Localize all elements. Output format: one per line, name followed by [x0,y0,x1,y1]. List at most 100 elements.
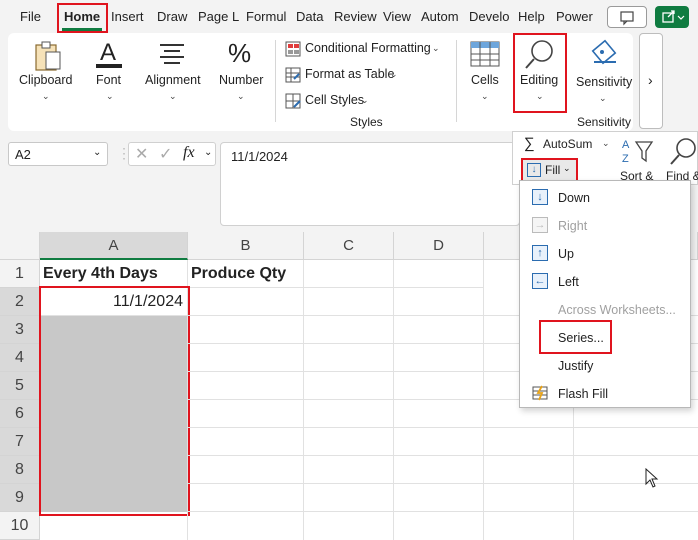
tab-insert[interactable]: Insert [111,9,144,24]
column-header-d[interactable]: D [394,232,484,260]
number-button[interactable]: Number [219,73,263,87]
clipboard-button[interactable]: Clipboard [19,73,73,87]
arrow-left-icon: ← [532,273,548,289]
column-header-a[interactable]: A [40,232,188,260]
styles-group-label: Styles [350,115,383,129]
arrow-up-icon: ↑ [532,245,548,261]
cell-c1[interactable] [304,260,394,288]
conditional-formatting-button[interactable]: Conditional Formatting [305,41,431,55]
autosum-button[interactable]: AutoSum [543,137,592,151]
column-header-b[interactable]: B [188,232,304,260]
chevron-down-icon: ⌄ [204,147,213,158]
svg-text:A: A [100,39,116,66]
chevron-down-icon: ⌄ [169,91,177,101]
menu-item-across-worksheets[interactable]: Across Worksheets... [558,303,676,317]
svg-text:Z: Z [622,153,629,165]
row-header-6[interactable]: 6 [0,400,40,428]
formula-input[interactable]: 11/1/2024 [220,142,520,226]
tab-power[interactable]: Power [556,9,593,24]
cells-button[interactable]: Cells [471,73,499,87]
arrow-right-icon: → [532,217,548,233]
name-box[interactable]: A2 ⌄ [8,142,108,166]
percent-icon: % [228,38,251,68]
menu-item-up[interactable]: Up [558,247,574,261]
row-header-3[interactable]: 3 [0,316,40,344]
chevron-down-icon: ⌄ [42,91,50,101]
clipboard-icon [35,41,61,71]
row-header-8[interactable]: 8 [0,456,40,484]
share-button[interactable] [655,6,689,28]
gridline [188,455,698,456]
ribbon-tab-bar: File Home Insert Draw Page L Formul Data… [0,0,698,34]
row-header-4[interactable]: 4 [0,344,40,372]
check-icon[interactable]: ✓ [159,144,172,164]
find-select-icon [670,138,696,165]
chevron-down-icon: ⌄ [602,138,610,148]
row-header-7[interactable]: 7 [0,428,40,456]
tab-file[interactable]: File [20,9,41,24]
gridline [187,288,188,540]
chevron-down-icon: ⌄ [106,91,114,101]
tab-view[interactable]: View [383,9,411,24]
tab-help[interactable]: Help [518,9,545,24]
menu-item-flash-fill[interactable]: Flash Fill [558,387,608,401]
cell-styles-icon [285,93,301,109]
tab-formulas[interactable]: Formul [246,9,286,24]
row-header-2[interactable]: 2 [0,288,40,316]
row-header-5[interactable]: 5 [0,372,40,400]
format-as-table-icon [285,67,301,83]
cells-icon [470,41,500,67]
ribbon-expand-button[interactable]: › [639,33,663,129]
cell-b1[interactable]: Produce Qty [188,260,304,288]
menu-item-justify[interactable]: Justify [558,359,593,373]
chevron-down-icon: ⌄ [390,69,398,79]
menu-item-down[interactable]: Down [558,191,590,205]
tab-developer[interactable]: Develo [469,9,509,24]
arrow-down-icon: ↓ [532,189,548,205]
fill-button[interactable]: ↓ Fill ⌄ [521,158,578,182]
chevron-down-icon: ⌄ [361,95,369,105]
alignment-button[interactable]: Alignment [145,73,201,87]
series-highlight [539,320,612,354]
row-header-9[interactable]: 9 [0,484,40,512]
tab-page-layout[interactable]: Page L [198,9,239,24]
chevron-down-icon: ⌄ [93,147,102,158]
gridline [188,483,698,484]
sensitivity-button[interactable]: Sensitivity [576,75,632,89]
cell-styles-button[interactable]: Cell Styles [305,93,364,107]
tab-data[interactable]: Data [296,9,323,24]
row-header-1[interactable]: 1 [0,260,40,288]
font-button[interactable]: Font [96,73,121,87]
cell-d1[interactable] [394,260,484,288]
column-header-c[interactable]: C [304,232,394,260]
cancel-icon[interactable]: ✕ [135,144,148,164]
ribbon-divider [275,40,276,122]
fill-down-icon: ↓ [527,163,541,177]
ribbon-divider [456,40,457,122]
format-as-table-button[interactable]: Format as Table [305,67,394,81]
fill-menu: ↓ Down → Right ↑ Up ← Left Across Worksh… [519,180,691,408]
insert-function-button[interactable]: fx [183,144,195,162]
chevron-right-icon: › [648,72,653,88]
select-all-button[interactable] [0,232,40,260]
row-header-10[interactable]: 10 [0,512,40,540]
chevron-down-icon: ⌄ [237,91,245,101]
tab-draw[interactable]: Draw [157,9,187,24]
gridline [188,511,698,512]
chevron-down-icon: ⌄ [599,93,607,103]
menu-item-left[interactable]: Left [558,275,579,289]
menu-item-right[interactable]: Right [558,219,587,233]
chevron-down-icon: ⌄ [563,163,571,173]
formula-buttons: ✕ ✓ fx ⌄ [128,142,216,166]
cell-a1[interactable]: Every 4th Days [40,260,188,288]
share-icon [662,10,685,23]
comment-icon [620,11,634,26]
tab-review[interactable]: Review [334,9,377,24]
comments-button[interactable] [607,6,647,28]
tab-automate[interactable]: Autom [421,9,459,24]
home-tab-highlight [57,3,108,33]
font-icon: A [96,39,122,68]
svg-text:%: % [228,38,251,68]
sensitivity-icon [591,39,617,65]
fill-label: Fill [545,163,561,177]
